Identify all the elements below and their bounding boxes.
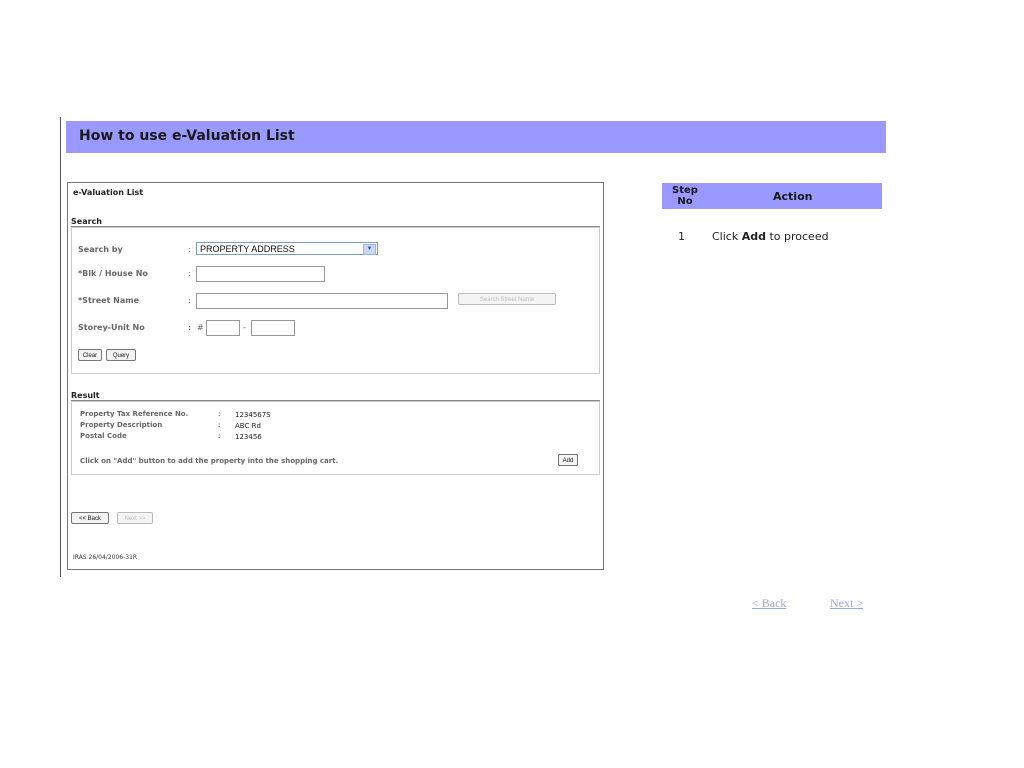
result-label: Property Tax Reference No. (80, 410, 189, 418)
hash-symbol: # (197, 323, 204, 332)
colon: : (218, 421, 221, 429)
query-button[interactable]: Query (106, 349, 136, 361)
action-header: Action (773, 190, 813, 203)
colon: : (218, 432, 221, 440)
unit-input[interactable] (251, 320, 295, 336)
page-banner: How to use e-Valuation List (66, 121, 886, 153)
screenshot-title: e-Valuation List (73, 188, 144, 197)
search-street-button[interactable]: Search Street Name (458, 293, 556, 305)
colon: : (188, 296, 191, 305)
blk-label: *Blk / House No (78, 269, 148, 278)
blk-input[interactable] (196, 266, 325, 282)
back-button[interactable]: << Back (71, 512, 109, 524)
colon: : (188, 269, 191, 278)
search-by-label: Search by (78, 245, 123, 254)
result-value: 1234567S (235, 411, 271, 419)
colon: : (218, 410, 221, 418)
evaluation-screenshot: e-Valuation List Search Search by : PROP… (67, 182, 604, 570)
steps-table-header: Step No Action (662, 183, 882, 209)
street-input[interactable] (196, 293, 448, 309)
next-button[interactable]: Next >> (117, 512, 153, 524)
step-action-keyword: Add (741, 230, 766, 243)
result-value: ABC Rd (235, 422, 261, 430)
search-by-value: PROPERTY ADDRESS (200, 244, 295, 254)
step-action-pre: Click (712, 230, 742, 243)
search-section-label: Search (71, 217, 102, 226)
result-instruction: Click on "Add" button to add the propert… (80, 457, 339, 465)
footer-reference: IRAS 26/04/2006-31R (73, 554, 138, 561)
colon: : (188, 245, 191, 254)
left-divider (60, 117, 61, 577)
next-link[interactable]: Next > (830, 596, 863, 611)
step-number: 1 (678, 230, 685, 243)
result-value: 123456 (235, 433, 262, 441)
chevron-down-icon[interactable]: ▼ (363, 244, 376, 255)
dash-symbol: - (243, 323, 246, 332)
result-label: Postal Code (80, 432, 127, 440)
storey-input[interactable] (206, 320, 240, 336)
clear-button[interactable]: Clear (78, 349, 102, 361)
street-label: *Street Name (78, 296, 140, 305)
page-title: How to use e-Valuation List (79, 128, 295, 144)
storey-label: Storey-Unit No (78, 323, 145, 332)
step-action-post: to proceed (765, 230, 829, 243)
result-label: Property Description (80, 421, 163, 429)
back-link[interactable]: < Back (752, 596, 786, 611)
colon: : (188, 323, 191, 332)
add-button[interactable]: Add (558, 454, 578, 466)
result-section-label: Result (71, 391, 100, 400)
step-action: Click Add to proceed (712, 230, 829, 243)
search-box: Search by : PROPERTY ADDRESS ▼ *Blk / Ho… (71, 227, 600, 374)
result-box: Property Tax Reference No. : 1234567S Pr… (71, 401, 600, 475)
step-no-header: Step No (672, 185, 698, 207)
search-by-select[interactable]: PROPERTY ADDRESS ▼ (196, 242, 378, 255)
